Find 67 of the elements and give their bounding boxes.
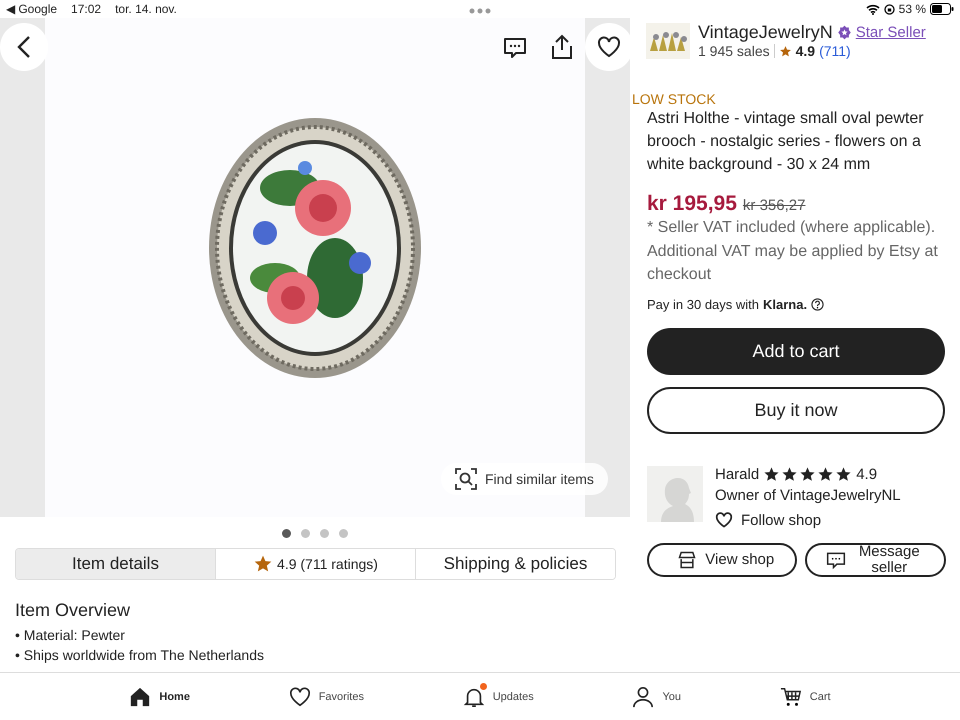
back-button[interactable] <box>0 23 48 71</box>
orientation-lock-icon <box>884 4 895 14</box>
nav-tab[interactable]: Updates <box>456 684 540 708</box>
vat-note: * Seller VAT included (where applicable). Additional VAT may be applied by Etsy at checkout <box>647 218 939 285</box>
tab[interactable]: Shipping & policies <box>415 549 615 579</box>
back-chevron-icon <box>17 35 31 59</box>
star-seller-link[interactable]: Star Seller <box>856 24 926 41</box>
star-seller-badge-icon <box>836 25 852 40</box>
star-icon <box>778 44 792 58</box>
help-icon[interactable] <box>811 298 824 310</box>
favorite-button[interactable] <box>585 23 633 71</box>
visual-search-icon <box>455 468 477 490</box>
sale-price: kr 195,95 <box>647 192 737 216</box>
section-heading: Item Overview <box>15 600 132 621</box>
seller-rating: 4.9 <box>856 466 878 482</box>
star-icon <box>763 466 780 482</box>
star-icon <box>781 466 798 482</box>
shop-logo-icon <box>646 22 690 58</box>
star-icon <box>817 466 834 482</box>
bullet-item: • Ships worldwide from The Netherlands <box>15 646 265 665</box>
shop-rating: 4.9 <box>796 43 816 59</box>
reviews-link[interactable]: (711) <box>819 43 851 59</box>
home-icon <box>129 686 152 708</box>
buy-now-button[interactable]: Buy it now <box>647 386 945 434</box>
back-to-app-link[interactable]: ◀ Google <box>6 2 58 16</box>
view-shop-button[interactable]: View shop <box>647 542 796 576</box>
nav-tab[interactable]: Home <box>123 684 196 708</box>
status-date: tor. 14. nov. <box>115 2 177 16</box>
add-to-cart-button[interactable]: Add to cart <box>647 328 945 374</box>
bullet-item: • Material: Pewter <box>15 626 126 645</box>
heart-icon <box>597 36 621 58</box>
message-icon <box>826 550 846 570</box>
message-icon[interactable] <box>503 36 527 60</box>
seller-role: Owner of VintageJewelryNL <box>715 486 901 504</box>
shop-icon <box>677 550 698 570</box>
avatar-silhouette <box>647 466 703 522</box>
star-icon <box>835 466 852 482</box>
sales-count: 1 945 sales <box>698 43 770 59</box>
heart-icon <box>288 686 311 708</box>
star-icon <box>799 466 816 482</box>
heart-icon <box>715 512 733 528</box>
star-icon <box>253 554 274 574</box>
nav-tab[interactable]: Cart <box>774 684 837 708</box>
klarna-logo: Klarna. <box>763 296 808 312</box>
wifi-icon <box>866 4 880 14</box>
listing-title: Astri Holthe - vintage small oval pewter brooch - nostalgic series - flowers on a white background - 30 x 24 mm <box>647 109 925 175</box>
page-dot[interactable] <box>301 529 310 538</box>
page-dot[interactable] <box>320 529 329 538</box>
page-dot[interactable] <box>339 529 348 538</box>
status-time: 17:02 <box>71 2 102 16</box>
message-seller-button[interactable]: Message seller <box>804 542 946 576</box>
stock-label: LOW STOCK <box>632 91 717 107</box>
page-dot[interactable] <box>282 529 291 538</box>
shop-name[interactable]: VintageJewelryN <box>698 22 833 43</box>
nav-tab[interactable]: Favorites <box>282 684 370 708</box>
person-icon <box>632 686 654 708</box>
seller-name: Harald <box>715 466 760 482</box>
pay-later-text: Pay in 30 days with <box>647 296 760 312</box>
tab[interactable]: Item details <box>16 549 215 579</box>
nav-tab[interactable]: You <box>626 684 688 708</box>
follow-shop-button[interactable]: Follow shop <box>715 512 901 528</box>
more-dots-icon <box>469 8 491 14</box>
share-icon[interactable] <box>550 34 574 60</box>
battery-percent: 53 % <box>898 2 926 16</box>
battery-icon <box>930 3 954 15</box>
cart-icon <box>780 686 802 708</box>
original-price: kr 356,27 <box>742 197 806 214</box>
